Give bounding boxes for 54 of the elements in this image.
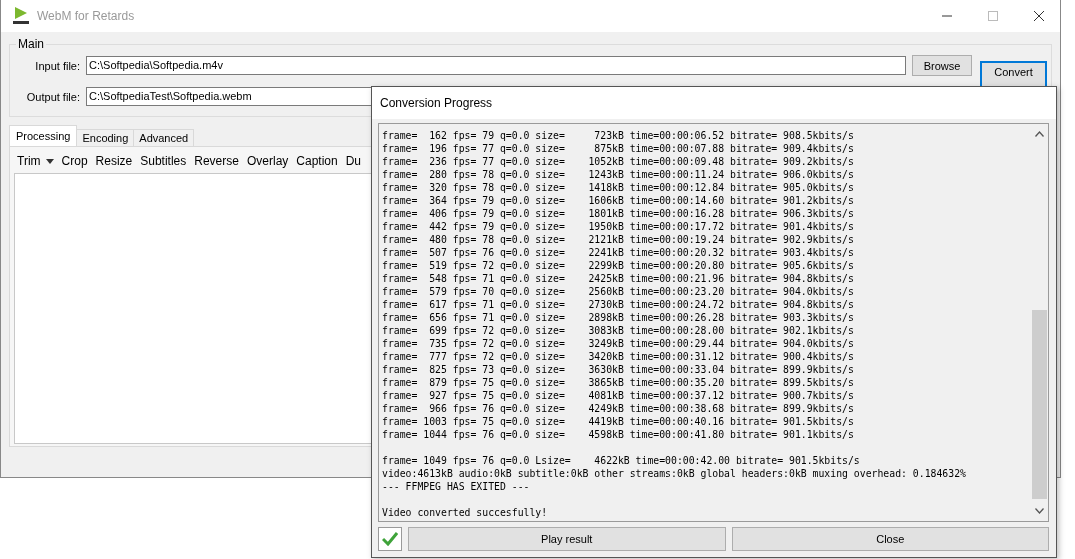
scroll-down-icon[interactable] — [1035, 508, 1044, 514]
log-line: video:4613kB audio:0kB subtitle:0kB other streams:0kB global headers:0kB muxing overhead: 0.184632% — [382, 468, 966, 479]
log-line: frame= 364 fps= 79 q=0.0 size= 1606kB time=00:00:14.60 bitrate= 901.2kbits/s — [382, 195, 854, 206]
play-logo-icon — [13, 7, 29, 25]
toolbar-button[interactable]: Crop — [58, 154, 91, 168]
log-line: frame= 442 fps= 79 q=0.0 size= 1950kB time=00:00:17.72 bitrate= 901.4kbits/s — [382, 221, 854, 232]
group-title: Main — [16, 37, 46, 51]
tab[interactable]: Processing — [9, 125, 78, 146]
log-line: frame= 966 fps= 76 q=0.0 size= 4249kB time=00:00:38.68 bitrate= 899.9kbits/s — [382, 403, 854, 414]
caret-icon[interactable] — [45, 158, 54, 164]
window-title: WebM for Retards — [37, 9, 135, 23]
log-line: frame= 162 fps= 79 q=0.0 size= 723kB time=00:00:06.52 bitrate= 908.5kbits/s — [382, 130, 854, 141]
toolbar-button[interactable]: Subtitles — [137, 154, 190, 168]
scroll-up-icon[interactable] — [1035, 131, 1044, 137]
log-line: frame= 825 fps= 73 q=0.0 size= 3630kB time=00:00:33.04 bitrate= 899.9kbits/s — [382, 364, 854, 375]
tab[interactable]: Advanced — [133, 129, 195, 146]
field-label: Input file: — [34, 59, 80, 72]
log-line: frame= 406 fps= 79 q=0.0 size= 1801kB time=00:00:16.28 bitrate= 906.3kbits/s — [382, 208, 854, 219]
log-line: frame= 617 fps= 71 q=0.0 size= 2730kB time=00:00:24.72 bitrate= 904.8kbits/s — [382, 299, 854, 310]
toolbar-button[interactable]: Caption — [293, 154, 341, 168]
tab[interactable]: Encoding — [76, 129, 135, 146]
log-line: frame= 480 fps= 78 q=0.0 size= 2121kB time=00:00:19.24 bitrate= 902.9kbits/s — [382, 234, 854, 245]
log-line: frame= 699 fps= 72 q=0.0 size= 3083kB time=00:00:28.00 bitrate= 902.1kbits/s — [382, 325, 854, 336]
log-line: frame= 927 fps= 75 q=0.0 size= 4081kB time=00:00:37.12 bitrate= 900.7kbits/s — [382, 390, 854, 401]
log-line: frame= 879 fps= 75 q=0.0 size= 3865kB time=00:00:35.20 bitrate= 899.5kbits/s — [382, 377, 854, 388]
log-line: frame= 1044 fps= 76 q=0.0 size= 4598kB time=00:00:41.80 bitrate= 901.1kbits/s — [382, 429, 854, 440]
toolbar-button[interactable]: Overlay — [243, 154, 292, 168]
field-label: Output file: — [25, 90, 80, 103]
log-line: frame= 777 fps= 72 q=0.0 size= 3420kB time=00:00:31.12 bitrate= 900.4kbits/s — [382, 351, 854, 362]
dropdown-button[interactable]: Trim — [14, 154, 57, 168]
log-line: frame= 236 fps= 77 q=0.0 size= 1052kB time=00:00:09.48 bitrate= 909.2kbits/s — [382, 156, 854, 167]
path-field[interactable]: C:\Softpedia\Softpedia.m4v — [86, 56, 906, 75]
log-line: frame= 579 fps= 70 q=0.0 size= 2560kB time=00:00:23.20 bitrate= 904.0kbits/s — [382, 286, 854, 297]
browse-button[interactable]: Browse — [912, 55, 972, 76]
toolbar-button[interactable]: Reverse — [191, 154, 242, 168]
log-line: --- FFMPEG HAS EXITED --- — [382, 481, 530, 492]
toolbar-button[interactable]: Du — [342, 154, 365, 168]
log-line: frame= 280 fps= 78 q=0.0 size= 1243kB time=00:00:11.24 bitrate= 906.0kbits/s — [382, 169, 854, 180]
log-line: frame= 519 fps= 72 q=0.0 size= 2299kB time=00:00:20.80 bitrate= 905.6kbits/s — [382, 260, 854, 271]
close-button[interactable]: Close — [731, 527, 1049, 551]
log-line: frame= 1003 fps= 75 q=0.0 size= 4419kB time=00:00:40.16 bitrate= 901.5kbits/s — [382, 416, 854, 427]
log-line: frame= 1049 fps= 76 q=0.0 Lsize= 4622kB time=00:00:42.00 bitrate= 901.5kbits/s — [382, 455, 860, 466]
dialog-title: Conversion Progress — [380, 96, 493, 110]
check-icon — [382, 532, 398, 546]
log-line: frame= 320 fps= 78 q=0.0 size= 1418kB time=00:00:12.84 bitrate= 905.0kbits/s — [382, 182, 854, 193]
log-line: frame= 507 fps= 76 q=0.0 size= 2241kB time=00:00:20.32 bitrate= 903.4kbits/s — [382, 247, 854, 258]
log-line: Video converted succesfully! — [382, 507, 548, 518]
log-line: frame= 196 fps= 77 q=0.0 size= 875kB time=00:00:07.88 bitrate= 909.4kbits/s — [382, 143, 854, 154]
log-line: frame= 735 fps= 72 q=0.0 size= 3249kB time=00:00:29.44 bitrate= 904.0kbits/s — [382, 338, 854, 349]
play-result-button[interactable]: Play result — [408, 527, 726, 551]
close-icon[interactable] — [1034, 11, 1044, 21]
log-line: frame= 548 fps= 71 q=0.0 size= 2425kB time=00:00:21.96 bitrate= 904.8kbits/s — [382, 273, 854, 284]
toolbar-button[interactable]: Resize — [92, 154, 136, 168]
log-line: frame= 656 fps= 71 q=0.0 size= 2898kB time=00:00:26.28 bitrate= 903.3kbits/s — [382, 312, 854, 323]
